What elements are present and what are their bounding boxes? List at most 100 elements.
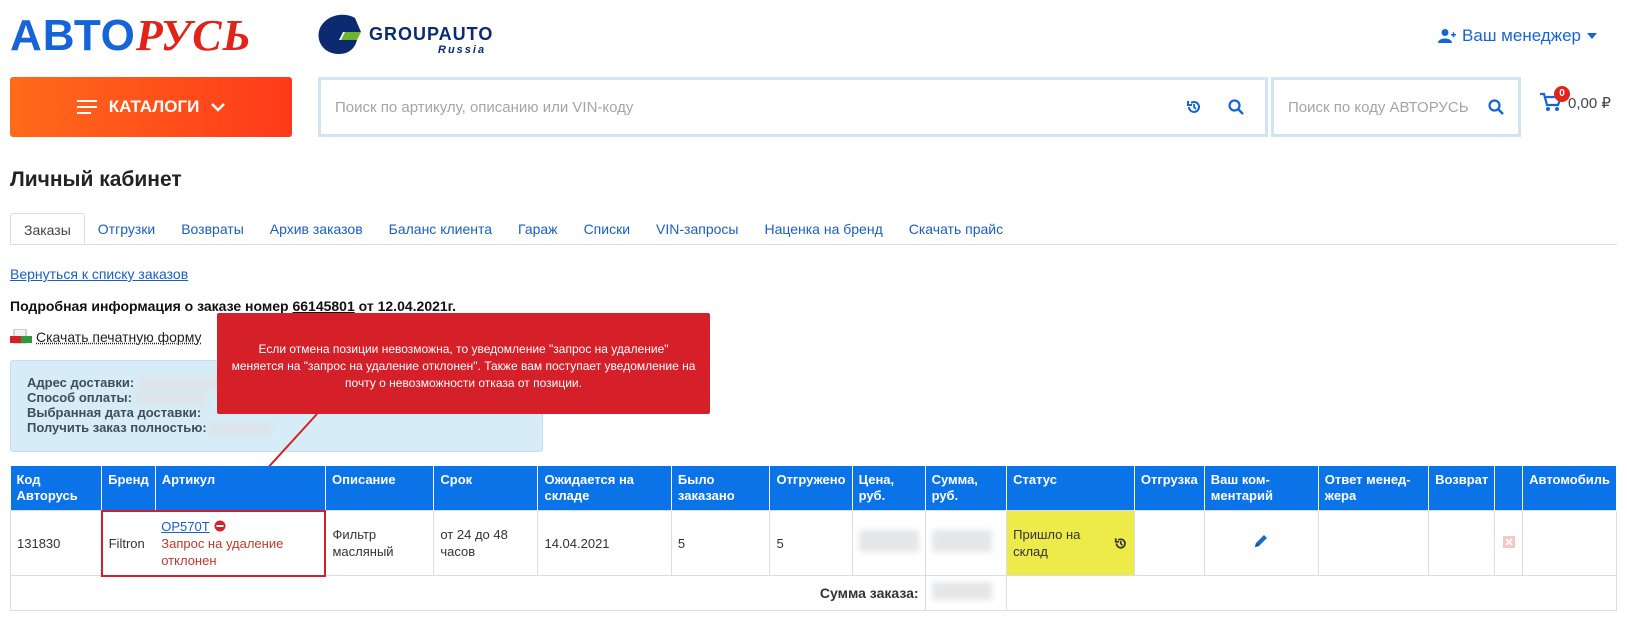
user-icon: [1438, 29, 1457, 43]
delivery-date-label: Выбранная дата доставки:: [27, 405, 202, 420]
cell-comment: [1203, 510, 1319, 576]
cell-article: OP570T Запрос на удаление отклонен: [155, 509, 327, 577]
catalog-button[interactable]: КАТАЛОГИ: [10, 77, 292, 137]
search-input[interactable]: [335, 98, 1179, 116]
cell-manager-reply: [1317, 510, 1430, 576]
back-to-orders-link[interactable]: Вернуться к списку заказов: [10, 266, 188, 282]
col-term: Срок: [433, 466, 539, 511]
groupauto-sub: Russia: [438, 44, 487, 56]
catalog-label: КАТАЛОГИ: [108, 97, 200, 116]
cell-status: Пришло на склад: [1006, 510, 1135, 576]
cell-car: [1522, 510, 1617, 576]
col-ordered: Было заказано: [671, 466, 771, 511]
full-order-label: Получить заказ полностью:: [27, 420, 207, 435]
groupauto-logo: GROUPAUTO Russia: [315, 12, 505, 58]
cell-term: от 24 до 48 часов: [433, 510, 539, 576]
col-manager-reply: Ответ менед-жера: [1318, 466, 1430, 511]
tab-client-balance[interactable]: Баланс клиента: [376, 213, 505, 244]
col-shipment: Отгрузка: [1134, 466, 1205, 511]
print-form-row: Скачать печатную форму: [10, 329, 201, 345]
avtorus-logo[interactable]: АВТОРУСЬ: [10, 12, 252, 60]
groupauto-mark-icon: [318, 14, 361, 55]
col-article: Артикул: [155, 466, 326, 511]
col-car: Автомобиль: [1522, 466, 1617, 511]
cart-total: 0,00 ₽: [1568, 95, 1611, 112]
logo-text-red: РУСЬ: [135, 11, 252, 60]
table-header-row: Код Авторусь Бренд Артикул Описание Срок…: [10, 466, 1617, 511]
total-redacted: [931, 582, 992, 600]
pdf-xls-icon: [10, 329, 32, 344]
order-number-link[interactable]: 66145801: [292, 298, 354, 314]
order-info-prefix: Подробная информация о заказе номер: [10, 298, 293, 314]
account-tabs: Заказы Отгрузки Возвраты Архив заказов Б…: [10, 213, 1617, 245]
cell-action: [1494, 510, 1524, 576]
pencil-icon[interactable]: [1253, 533, 1269, 549]
logo-text-blue: АВТО: [10, 11, 136, 60]
cell-description: Фильтр масляный: [324, 510, 435, 576]
chevron-down-icon: [211, 103, 226, 112]
col-expected: Ожидается на складе: [537, 466, 672, 511]
col-shipped: Отгружено: [769, 466, 853, 511]
price-redacted: [858, 530, 919, 552]
history-icon: [1187, 101, 1200, 113]
code-search-button[interactable]: [1487, 92, 1504, 122]
print-form-link[interactable]: Скачать печатную форму: [36, 329, 201, 345]
cell-price: [851, 510, 926, 576]
cancel-rejected-tooltip: Если отмена позиции невозможна, то уведо…: [217, 313, 710, 414]
col-sum: Сумма, руб.: [925, 466, 1008, 511]
status-text: Пришло на склад: [1013, 527, 1081, 559]
cell-return: [1428, 510, 1496, 576]
tab-order-archive[interactable]: Архив заказов: [257, 213, 376, 244]
col-return: Возврат: [1428, 466, 1496, 511]
manager-label: Ваш менеджер: [1462, 26, 1581, 45]
cell-ordered: 5: [670, 510, 771, 576]
code-search-input[interactable]: [1288, 98, 1487, 116]
article-status: Запрос на удаление отклонен: [161, 535, 284, 568]
delivery-address-label: Адрес доставки:: [27, 375, 135, 390]
no-entry-icon: [214, 520, 226, 532]
tab-vin-requests[interactable]: VIN-запросы: [643, 213, 751, 244]
cell-brand: Filtron: [100, 509, 156, 577]
col-status: Статус: [1006, 466, 1135, 511]
code-search-bar: [1271, 77, 1521, 137]
total-value: [924, 575, 1008, 611]
col-code: Код Авторусь: [10, 466, 103, 511]
tab-brand-markup[interactable]: Наценка на бренд: [751, 213, 895, 244]
menu-icon: [76, 100, 97, 114]
cell-shipped: 5: [769, 510, 853, 576]
col-description: Описание: [325, 466, 435, 511]
history-button[interactable]: [1179, 92, 1209, 122]
history-icon[interactable]: [1114, 536, 1128, 551]
cell-sum: [924, 510, 1008, 576]
col-brand: Бренд: [101, 466, 156, 511]
manager-dropdown[interactable]: Ваш менеджер: [1438, 26, 1597, 46]
sum-redacted: [931, 530, 992, 552]
cell-code: 131830: [9, 510, 103, 576]
cart-button[interactable]: 0 0,00 ₽: [1540, 86, 1611, 114]
col-action: [1494, 466, 1524, 511]
article-link[interactable]: OP570T: [161, 518, 209, 535]
delete-icon[interactable]: [1502, 535, 1515, 548]
tab-returns[interactable]: Возвраты: [168, 213, 257, 244]
total-label: Сумма заказа:: [10, 575, 926, 611]
col-price: Цена, руб.: [852, 466, 926, 511]
search-button[interactable]: [1221, 92, 1251, 122]
tab-garage[interactable]: Гараж: [505, 213, 571, 244]
cell-expected: 14.04.2021: [537, 510, 672, 576]
tab-download-price[interactable]: Скачать прайс: [896, 213, 1016, 244]
search-bar: [318, 77, 1268, 137]
caret-down-icon: [1587, 33, 1597, 39]
page-title: Личный кабинет: [10, 168, 182, 191]
order-info-heading: Подробная информация о заказе номер 6614…: [10, 298, 456, 314]
search-icon: [1487, 99, 1504, 115]
order-info-suffix: от 12.04.2021г.: [354, 298, 456, 314]
cart-icon-wrap: 0: [1540, 86, 1570, 114]
tab-lists[interactable]: Списки: [571, 213, 643, 244]
tab-shipments[interactable]: Отгрузки: [85, 213, 168, 244]
total-row: Сумма заказа:: [10, 575, 1617, 611]
payment-method-label: Способ оплаты:: [27, 390, 132, 405]
tab-orders[interactable]: Заказы: [10, 213, 85, 244]
order-items-table: Код Авторусь Бренд Артикул Описание Срок…: [9, 466, 1617, 611]
cell-shipment: [1133, 510, 1205, 576]
col-comment: Ваш ком-ментарий: [1204, 466, 1319, 511]
